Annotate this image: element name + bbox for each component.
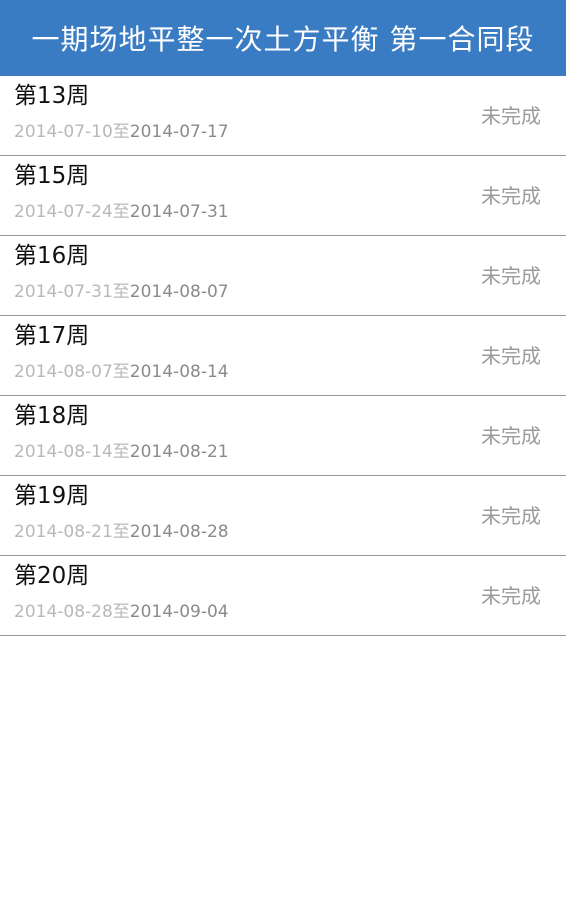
week-label: 第17周 — [14, 323, 90, 349]
start-date: 2014-08-14 — [14, 442, 113, 462]
list-item-week-15[interactable]: 第15周 2014-07-24至2014-07-31 未完成 — [0, 156, 566, 236]
week-label: 第18周 — [14, 403, 90, 429]
status-label: 未完成 — [481, 264, 541, 288]
list-item-week-17[interactable]: 第17周 2014-08-07至2014-08-14 未完成 — [0, 316, 566, 396]
date-range: 2014-08-21至2014-08-28 — [14, 521, 229, 543]
list-item-week-19[interactable]: 第19周 2014-08-21至2014-08-28 未完成 — [0, 476, 566, 556]
start-date: 2014-07-24 — [14, 202, 113, 222]
list-item-week-16[interactable]: 第16周 2014-07-31至2014-08-07 未完成 — [0, 236, 566, 316]
date-range: 2014-08-14至2014-08-21 — [14, 441, 229, 463]
list-item-week-18[interactable]: 第18周 2014-08-14至2014-08-21 未完成 — [0, 396, 566, 476]
status-label: 未完成 — [481, 184, 541, 208]
start-date: 2014-08-07 — [14, 362, 113, 382]
date-separator: 至 — [112, 202, 130, 222]
week-label: 第16周 — [14, 243, 90, 269]
end-date: 2014-08-14 — [129, 362, 229, 382]
title-bar: 一期场地平整一次土方平衡 第一合同段 — [0, 0, 566, 76]
list-item-week-13[interactable]: 第13周 2014-07-10至2014-07-17 未完成 — [0, 76, 566, 156]
end-date: 2014-07-17 — [129, 122, 229, 142]
date-separator: 至 — [112, 602, 130, 622]
date-range: 2014-08-28至2014-09-04 — [14, 601, 229, 623]
status-label: 未完成 — [481, 504, 541, 528]
date-range: 2014-07-31至2014-08-07 — [14, 281, 229, 303]
status-label: 未完成 — [481, 424, 541, 448]
status-label: 未完成 — [481, 344, 541, 368]
date-range: 2014-08-07至2014-08-14 — [14, 361, 229, 383]
end-date: 2014-08-07 — [129, 282, 229, 302]
date-separator: 至 — [112, 122, 130, 142]
end-date: 2014-07-31 — [129, 202, 229, 222]
start-date: 2014-07-31 — [14, 282, 113, 302]
list-item-week-20[interactable]: 第20周 2014-08-28至2014-09-04 未完成 — [0, 556, 566, 636]
end-date: 2014-08-21 — [129, 442, 229, 462]
end-date: 2014-09-04 — [129, 602, 229, 622]
start-date: 2014-08-21 — [14, 522, 113, 542]
week-list: 第13周 2014-07-10至2014-07-17 未完成 第15周 2014… — [0, 76, 566, 636]
date-range: 2014-07-10至2014-07-17 — [14, 121, 229, 143]
page-title: 一期场地平整一次土方平衡 第一合同段 — [31, 23, 535, 56]
status-label: 未完成 — [481, 584, 541, 608]
week-label: 第15周 — [14, 163, 90, 189]
date-separator: 至 — [112, 362, 130, 382]
status-label: 未完成 — [481, 104, 541, 128]
end-date: 2014-08-28 — [129, 522, 229, 542]
start-date: 2014-08-28 — [14, 602, 113, 622]
start-date: 2014-07-10 — [14, 122, 113, 142]
week-label: 第19周 — [14, 483, 90, 509]
date-separator: 至 — [112, 442, 130, 462]
date-separator: 至 — [112, 522, 130, 542]
date-range: 2014-07-24至2014-07-31 — [14, 201, 229, 223]
date-separator: 至 — [112, 282, 130, 302]
week-label: 第20周 — [14, 563, 90, 589]
week-label: 第13周 — [14, 83, 90, 109]
